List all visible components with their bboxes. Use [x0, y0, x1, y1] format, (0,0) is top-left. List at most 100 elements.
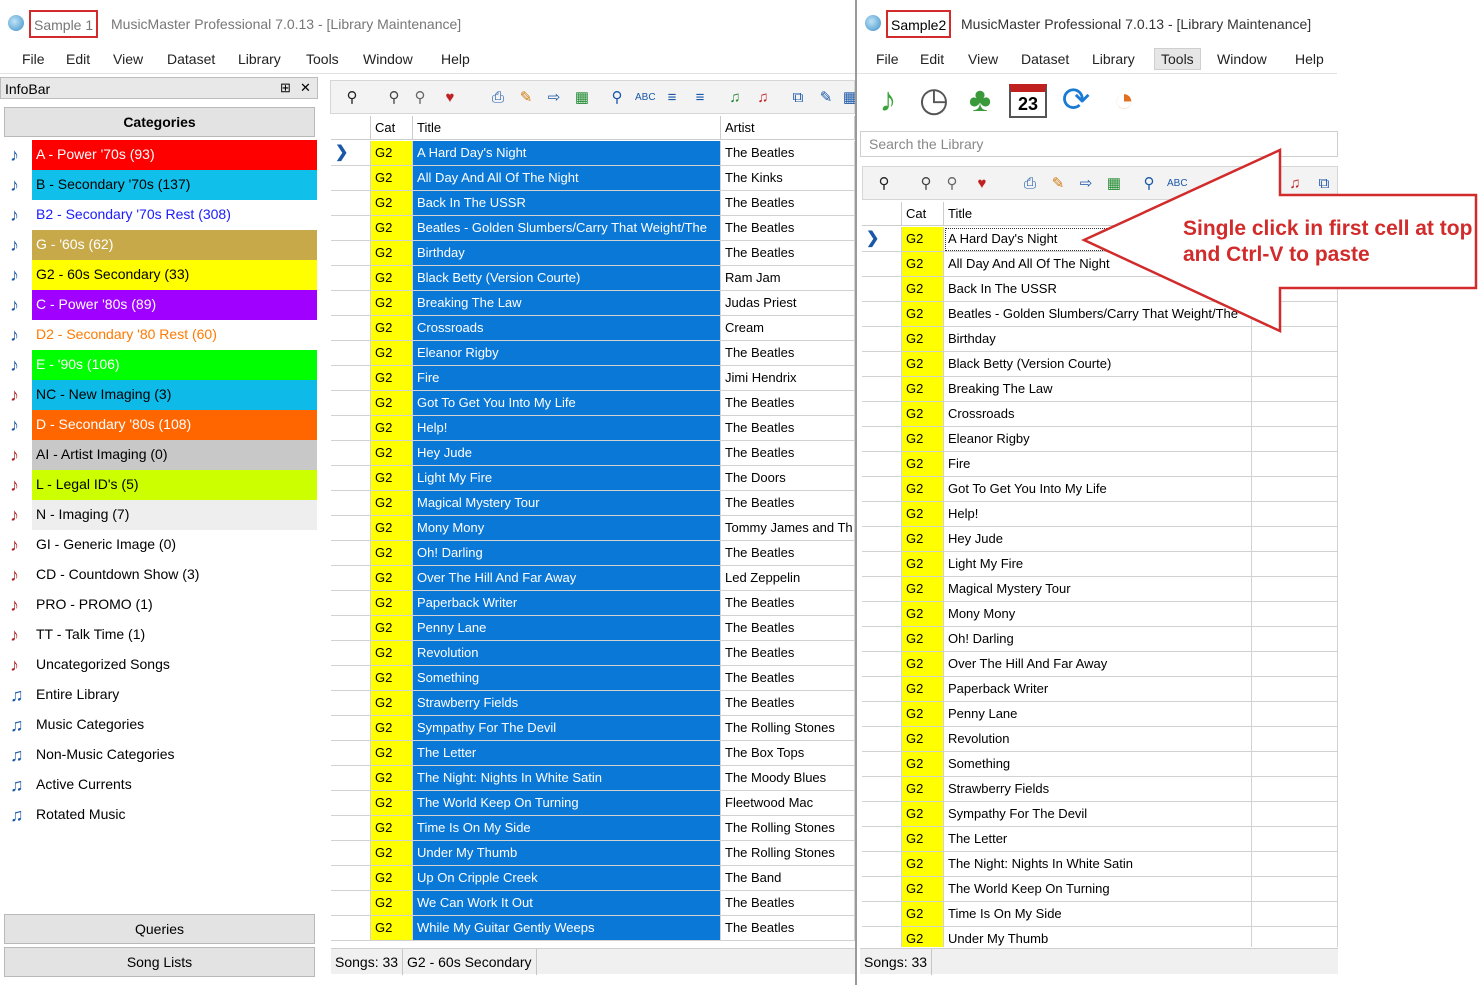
cell-title[interactable]: Revolution: [413, 641, 721, 666]
row-selector[interactable]: [862, 352, 902, 377]
queries-button[interactable]: Queries: [4, 914, 315, 944]
cell-artist[interactable]: The Beatles: [721, 491, 855, 516]
menu-view[interactable]: View: [113, 51, 143, 67]
cell-cat[interactable]: G2: [371, 491, 413, 516]
cell-artist[interactable]: The Beatles: [721, 591, 855, 616]
cell-title[interactable]: Sympathy For The Devil: [944, 802, 1252, 827]
row-selector[interactable]: ❯: [331, 141, 371, 166]
cell-empty[interactable]: [1252, 852, 1338, 877]
cell-artist[interactable]: The Beatles: [721, 416, 855, 441]
cell-cat[interactable]: G2: [902, 702, 944, 727]
menu-library[interactable]: Library: [1092, 51, 1135, 67]
cell-artist[interactable]: Fleetwood Mac: [721, 791, 855, 816]
cell-empty[interactable]: [1252, 902, 1338, 927]
header-title[interactable]: Title: [413, 116, 721, 140]
copy-icon[interactable]: ⧉: [789, 89, 807, 107]
table-row[interactable]: G2 Back In The USSR The Beatles: [331, 191, 855, 216]
cell-cat[interactable]: G2: [371, 791, 413, 816]
cell-title[interactable]: Fire: [413, 366, 721, 391]
table-row[interactable]: G2 Strawberry Fields: [862, 777, 1338, 802]
table-row[interactable]: G2 The Night: Nights In White Satin The Mo…: [331, 766, 855, 791]
cell-title[interactable]: All Day And All Of The Night: [413, 166, 721, 191]
cell-cat[interactable]: G2: [371, 416, 413, 441]
cell-empty[interactable]: [1252, 752, 1338, 777]
cell-artist[interactable]: The Beatles: [721, 216, 855, 241]
row-selector[interactable]: [331, 716, 371, 741]
row-selector[interactable]: [862, 377, 902, 402]
cell-title[interactable]: The Letter: [413, 741, 721, 766]
cell-title[interactable]: Paperback Writer: [413, 591, 721, 616]
row-selector[interactable]: [862, 427, 902, 452]
cell-artist[interactable]: The Rolling Stones: [721, 841, 855, 866]
cell-title[interactable]: Strawberry Fields: [944, 777, 1252, 802]
add-song-icon[interactable]: ♫: [726, 89, 744, 107]
cell-cat[interactable]: G2: [902, 652, 944, 677]
edit-songs-icon[interactable]: ✎: [1049, 175, 1067, 193]
cell-title[interactable]: The Night: Nights In White Satin: [944, 852, 1252, 877]
table-row[interactable]: G2 Penny Lane The Beatles: [331, 616, 855, 641]
cell-title[interactable]: We Can Work It Out: [413, 891, 721, 916]
menu-window[interactable]: Window: [1217, 51, 1267, 67]
table-row[interactable]: G2 Time Is On My Side: [862, 902, 1338, 927]
row-selector[interactable]: [331, 816, 371, 841]
table-row[interactable]: G2 Over The Hill And Far Away: [862, 652, 1338, 677]
cell-artist[interactable]: The Band: [721, 866, 855, 891]
row-selector[interactable]: [862, 502, 902, 527]
table-row[interactable]: G2 Breaking The Law: [862, 377, 1338, 402]
cell-cat[interactable]: G2: [902, 327, 944, 352]
category-item[interactable]: ♪ D2 - Secondary '80 Rest (60): [4, 320, 317, 350]
row-selector[interactable]: [331, 641, 371, 666]
find-icon[interactable]: ⚲: [875, 175, 893, 193]
category-item[interactable]: ♪ AI - Artist Imaging (0): [4, 440, 317, 470]
row-selector[interactable]: [862, 402, 902, 427]
cell-cat[interactable]: G2: [902, 577, 944, 602]
cell-artist[interactable]: Judas Priest: [721, 291, 855, 316]
table-row[interactable]: G2 Fire Jimi Hendrix: [331, 366, 855, 391]
cell-cat[interactable]: G2: [371, 341, 413, 366]
cell-cat[interactable]: G2: [371, 166, 413, 191]
category-item[interactable]: ♪ TT - Talk Time (1): [4, 620, 317, 650]
cell-title[interactable]: Birthday: [413, 241, 721, 266]
filter-icon[interactable]: ≡: [691, 89, 709, 107]
table-row[interactable]: G2 Penny Lane: [862, 702, 1338, 727]
cell-cat[interactable]: G2: [371, 766, 413, 791]
cell-cat[interactable]: G2: [902, 602, 944, 627]
cell-cat[interactable]: G2: [902, 902, 944, 927]
cell-cat[interactable]: G2: [902, 452, 944, 477]
cell-title[interactable]: Time Is On My Side: [413, 816, 721, 841]
row-selector[interactable]: [331, 341, 371, 366]
cell-artist[interactable]: The Beatles: [721, 341, 855, 366]
row-selector[interactable]: [331, 666, 371, 691]
category-item[interactable]: ♪ A - Power '70s (93): [4, 140, 317, 170]
cell-cat[interactable]: G2: [902, 627, 944, 652]
menu-edit[interactable]: Edit: [66, 51, 90, 67]
pie-chart-icon[interactable]: ◔: [1104, 80, 1144, 120]
cell-artist[interactable]: The Beatles: [721, 441, 855, 466]
category-item[interactable]: ♫ Music Categories: [4, 710, 317, 740]
cell-cat[interactable]: G2: [902, 277, 944, 302]
delete-song-icon[interactable]: ♫: [754, 89, 772, 107]
row-selector[interactable]: [862, 477, 902, 502]
row-selector[interactable]: [331, 916, 371, 941]
table-row[interactable]: G2 Revolution: [862, 727, 1338, 752]
cell-title[interactable]: The Night: Nights In White Satin: [413, 766, 721, 791]
cell-title[interactable]: Penny Lane: [944, 702, 1252, 727]
cell-cat[interactable]: G2: [371, 391, 413, 416]
cell-title[interactable]: Something: [413, 666, 721, 691]
cell-title[interactable]: Under My Thumb: [944, 927, 1252, 947]
cell-cat[interactable]: G2: [902, 252, 944, 277]
cell-artist[interactable]: The Beatles: [721, 616, 855, 641]
table-row[interactable]: G2 The Night: Nights In White Satin: [862, 852, 1338, 877]
row-selector[interactable]: [331, 891, 371, 916]
row-selector[interactable]: [862, 702, 902, 727]
category-item[interactable]: ♫ Entire Library: [4, 680, 317, 710]
cell-title[interactable]: Under My Thumb: [413, 841, 721, 866]
paste-icon[interactable]: ✎: [817, 89, 835, 107]
report-icon[interactable]: ▦: [573, 89, 591, 107]
header-artist[interactable]: Artist: [721, 116, 855, 140]
export-icon[interactable]: ⇨: [545, 89, 563, 107]
row-selector[interactable]: [331, 266, 371, 291]
row-selector[interactable]: [331, 216, 371, 241]
cell-cat[interactable]: G2: [371, 716, 413, 741]
table-row[interactable]: G2 Eleanor Rigby The Beatles: [331, 341, 855, 366]
